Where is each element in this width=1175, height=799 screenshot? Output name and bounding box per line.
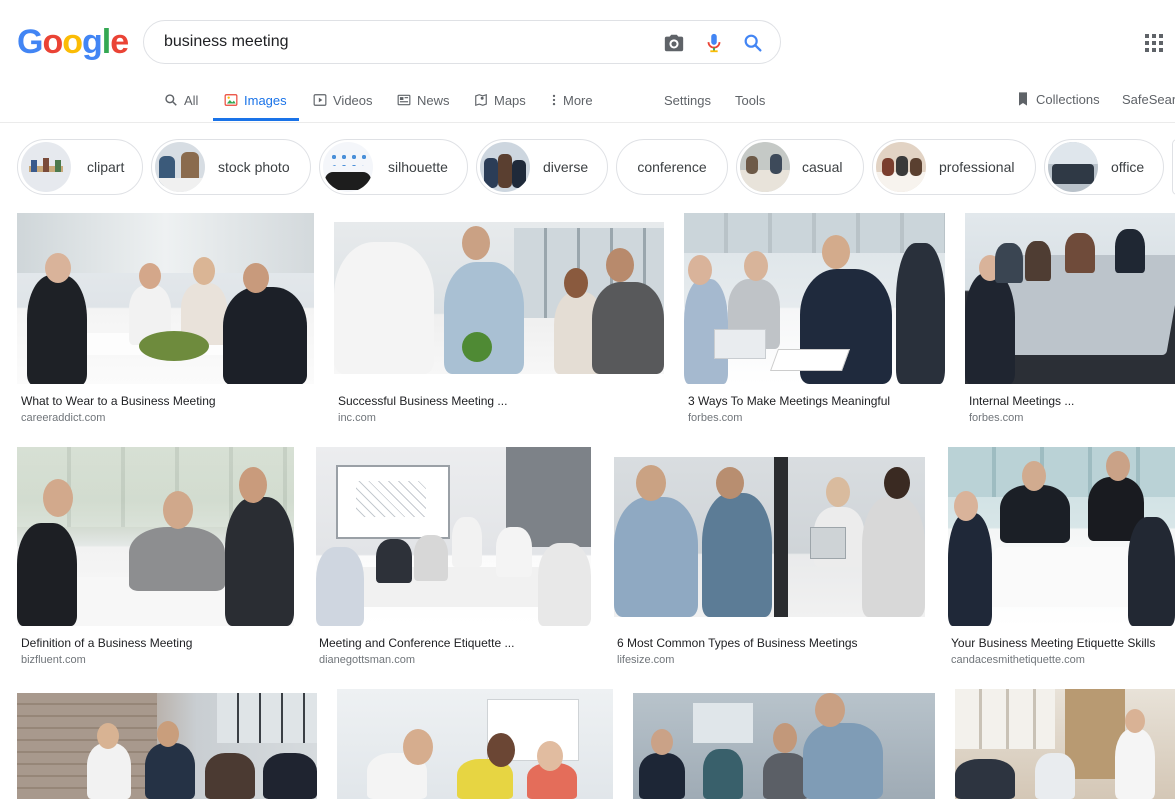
tab-label: Maps [494,92,526,108]
map-icon [475,93,487,107]
kebab-icon [552,94,556,106]
chip-casual[interactable]: casual [736,139,864,195]
chip-thumbnail [1048,142,1098,192]
result-title[interactable]: Your Business Meeting Etiquette Skills [951,636,1155,650]
collections-label: Collections [1036,91,1100,107]
chip-thumbnail [740,142,790,192]
search-input[interactable]: business meeting [164,33,289,51]
active-tab-indicator [213,118,299,121]
chip-stock-photo[interactable]: stock photo [151,139,311,195]
tab-label: News [417,92,450,108]
result-image[interactable] [337,689,613,799]
microphone-icon[interactable] [703,32,725,54]
result-source[interactable]: candacesmithetiquette.com [951,654,1085,666]
bookmark-icon [1019,92,1027,106]
tab-more[interactable]: More [551,90,593,110]
result-image[interactable] [316,447,591,626]
tab-label: More [563,92,593,108]
chip-label: professional [939,159,1015,175]
settings-link[interactable]: Settings [664,90,711,110]
news-icon [397,94,411,106]
result-source[interactable]: dianegottsman.com [319,654,415,666]
result-title[interactable]: 3 Ways To Make Meetings Meaningful [688,394,890,408]
chip-label: office [1111,159,1145,175]
chip-thumbnail [323,142,373,192]
tab-label: All [184,92,199,108]
chip-label: diverse [543,159,589,175]
chip-thumbnail [155,142,205,192]
tools-link[interactable]: Tools [735,90,765,110]
collections-link[interactable]: Collections [1016,89,1100,109]
result-title[interactable]: Successful Business Meeting ... [338,394,507,408]
tab-news[interactable]: News [397,90,450,110]
google-logo[interactable]: Google [17,24,129,60]
search-icon [165,94,177,106]
chip-label: silhouette [388,159,448,175]
chip-office[interactable]: office [1044,139,1164,195]
result-title[interactable]: What to Wear to a Business Meeting [21,394,216,408]
result-image[interactable] [17,447,294,626]
chip-label: clipart [87,159,125,175]
result-image[interactable] [334,222,664,374]
result-source[interactable]: inc.com [338,412,376,424]
tab-videos[interactable]: Videos [313,90,373,110]
result-title[interactable]: 6 Most Common Types of Business Meetings [617,636,858,650]
result-image[interactable] [965,213,1175,384]
result-source[interactable]: forbes.com [688,412,742,424]
result-image[interactable] [948,447,1175,626]
result-image[interactable] [614,457,925,617]
result-title[interactable]: Internal Meetings ... [969,394,1074,408]
result-source[interactable]: forbes.com [969,412,1023,424]
result-image[interactable] [684,213,945,384]
tab-label: Videos [333,92,373,108]
header-divider [0,122,1175,123]
result-image[interactable] [955,689,1175,799]
chip-label: casual [802,159,843,175]
chip-professional[interactable]: professional [872,139,1036,195]
search-icon[interactable] [742,32,764,54]
result-image[interactable] [633,693,935,799]
apps-grid-icon[interactable] [1145,34,1163,52]
play-icon [313,94,327,106]
chip-label: conference [637,159,707,175]
tab-all[interactable]: All [164,90,198,110]
chip-thumbnail [21,142,71,192]
result-source[interactable]: lifesize.com [617,654,674,666]
tab-maps[interactable]: Maps [474,90,526,110]
chip-thumbnail [876,142,926,192]
tab-images[interactable]: Images [224,90,287,110]
chip-label: stock photo [218,159,290,175]
result-source[interactable]: careeraddict.com [21,412,105,424]
chip-diverse[interactable]: diverse [476,139,608,195]
chip-thumbnail [480,142,530,192]
camera-icon[interactable] [663,32,685,54]
result-title[interactable]: Meeting and Conference Etiquette ... [319,636,514,650]
chip-conference[interactable]: conference [616,139,728,195]
result-source[interactable]: bizfluent.com [21,654,86,666]
result-image[interactable] [17,693,317,799]
tab-label: Images [244,92,287,108]
result-title[interactable]: Definition of a Business Meeting [21,636,192,650]
chip-clipart[interactable]: clipart [17,139,143,195]
result-image[interactable] [17,213,314,384]
image-icon [224,94,238,106]
search-box[interactable]: business meeting [143,20,781,64]
safesearch-link[interactable]: SafeSear [1122,89,1175,109]
chip-silhouette[interactable]: silhouette [319,139,468,195]
